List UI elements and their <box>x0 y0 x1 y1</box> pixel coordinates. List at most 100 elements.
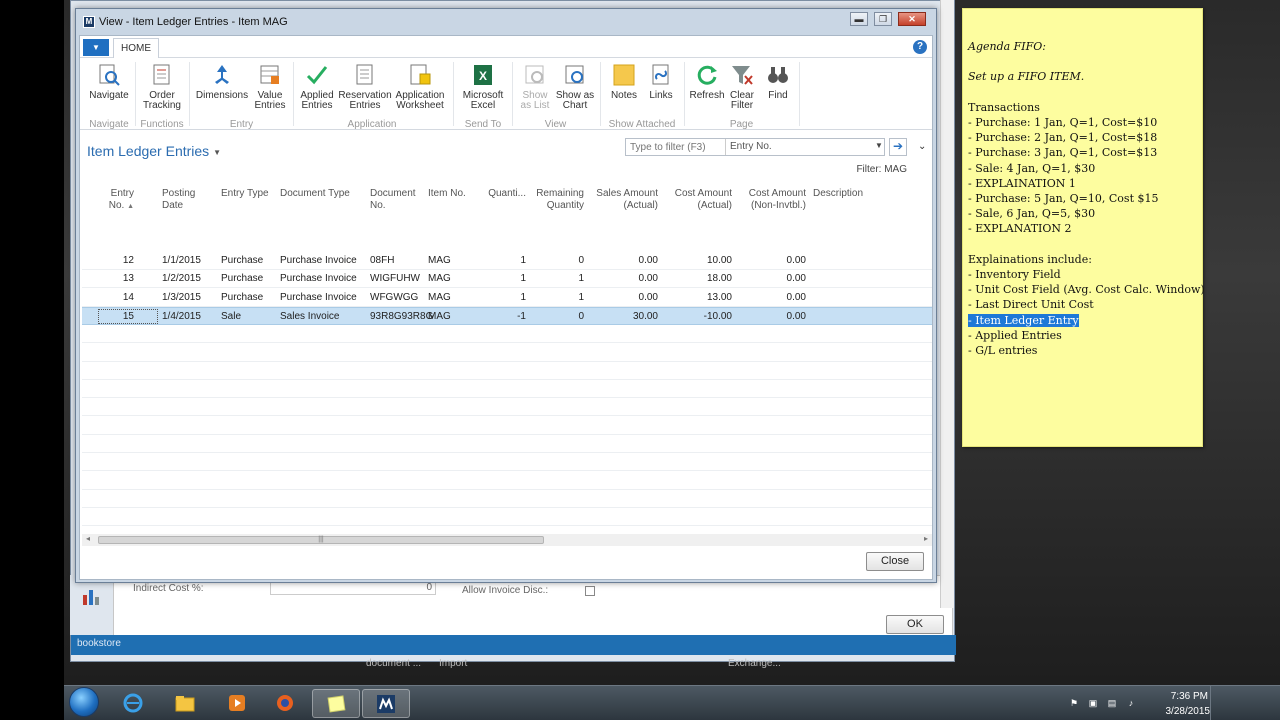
filter-input[interactable] <box>626 139 726 155</box>
taskbar-file-explorer[interactable] <box>162 689 210 718</box>
application-worksheet-button[interactable]: Application Worksheet <box>392 62 448 111</box>
cell-item-no: MAG <box>428 291 451 303</box>
tile-exchange[interactable]: Exchange... <box>728 658 781 669</box>
col-item-no[interactable]: Item No. <box>428 188 466 200</box>
col-document-type[interactable]: Document Type <box>280 188 350 200</box>
order-tracking-button[interactable]: Order Tracking <box>138 62 186 111</box>
network-icon[interactable]: ▤ <box>1106 698 1118 709</box>
allow-invoice-disc-checkbox[interactable] <box>585 586 595 596</box>
note-line <box>968 237 1196 252</box>
col-entry-no[interactable]: Entry No. ▲ <box>94 188 134 213</box>
notes-button[interactable]: Notes <box>604 62 644 101</box>
app-icon[interactable]: M <box>83 16 95 28</box>
group-view: View <box>544 119 567 130</box>
col-entry-no-line2: No. <box>108 200 125 211</box>
find-button[interactable]: Find <box>760 62 796 101</box>
close-button[interactable]: Close <box>866 552 924 571</box>
scroll-thumb[interactable]: ||| <box>98 536 544 544</box>
taskbar-media-player[interactable] <box>214 689 262 718</box>
navigate-button[interactable]: Navigate <box>88 62 130 101</box>
empty-row[interactable] <box>82 490 932 508</box>
minimize-button[interactable]: ▬ <box>850 12 868 26</box>
chevron-down-icon[interactable]: ▼ <box>875 141 883 150</box>
empty-row[interactable] <box>82 325 932 344</box>
reservation-entries-label-2: Entries <box>349 100 381 111</box>
volume-icon[interactable]: ♪ <box>1125 698 1137 709</box>
microsoft-excel-button[interactable]: X Microsoft Excel <box>458 62 508 111</box>
table-row[interactable]: 12 1/1/2015 Purchase Purchase Invoice 08FH MA… <box>82 252 932 270</box>
horizontal-scrollbar[interactable]: ◂ ||| ▸ <box>82 534 932 546</box>
empty-row[interactable] <box>82 398 932 417</box>
taskbar-firefox[interactable] <box>262 689 310 718</box>
collapse-chevron-icon[interactable]: ⌄ <box>918 141 926 152</box>
chart-icon[interactable] <box>80 585 102 607</box>
taskbar-sticky-notes[interactable] <box>312 689 360 718</box>
col-cost-amount-non-invtbl[interactable]: Cost Amount (Non-Invtbl.) <box>738 188 806 212</box>
empty-row[interactable] <box>82 472 932 490</box>
applied-entries-button[interactable]: Applied Entries <box>296 62 338 111</box>
chevron-down-icon[interactable]: ▼ <box>213 148 221 157</box>
empty-row[interactable] <box>82 453 932 472</box>
help-icon[interactable]: ? <box>913 40 927 54</box>
col-quantity[interactable]: Quanti... <box>480 188 526 200</box>
note-line-text: - EXPLAINATION 1 <box>968 176 1076 190</box>
col-posting-date[interactable]: Posting Date <box>162 188 195 212</box>
refresh-button[interactable]: Refresh <box>687 62 727 101</box>
scroll-right-icon[interactable]: ▸ <box>924 534 928 543</box>
show-as-list-label-2: as List <box>520 100 550 111</box>
background-ok-button[interactable]: OK <box>886 615 944 634</box>
reservation-entries-button[interactable]: Reservation Entries <box>338 62 392 111</box>
col-cost-amount[interactable]: Cost Amount (Actual) <box>666 188 732 212</box>
sort-ascending-icon: ▲ <box>127 203 134 210</box>
col-description[interactable]: Description <box>813 188 863 200</box>
col-document-no[interactable]: Document No. <box>370 188 416 212</box>
list-icon <box>525 65 544 84</box>
tab-home[interactable]: HOME <box>113 38 159 59</box>
filter-go-icon[interactable]: ➔ <box>889 138 907 156</box>
start-button-icon[interactable] <box>69 687 99 717</box>
empty-row[interactable] <box>82 344 932 362</box>
background-vertical-scrollbar[interactable] <box>940 0 954 608</box>
empty-row[interactable] <box>82 527 932 535</box>
note-line-text: - Applied Entries <box>968 328 1062 342</box>
empty-row[interactable] <box>82 417 932 435</box>
col-sales-amount[interactable]: Sales Amount (Actual) <box>590 188 658 212</box>
dimensions-button[interactable]: Dimensions <box>193 62 251 101</box>
taskbar-dynamics-nav[interactable] <box>362 689 410 718</box>
app-menu-button[interactable]: ▼ <box>83 39 109 56</box>
clock-date[interactable]: 3/28/2015 <box>1166 706 1211 717</box>
empty-row[interactable] <box>82 362 932 380</box>
empty-row[interactable] <box>82 508 932 527</box>
note-line-text: - Purchase: 3 Jan, Q=1, Cost=$13 <box>968 146 1158 160</box>
table-row[interactable]: 15 1/4/2015 Sale Sales Invoice 93R8G93R8G MAG… <box>82 306 932 325</box>
device-icon[interactable]: ▣ <box>1087 698 1099 709</box>
empty-row[interactable] <box>82 435 932 453</box>
empty-row[interactable] <box>82 380 932 399</box>
value-entries-button[interactable]: Value Entries <box>250 62 290 111</box>
show-as-list-button[interactable]: Show as List <box>515 62 555 111</box>
tile-import[interactable]: Import <box>439 658 467 669</box>
page-title[interactable]: Item Ledger Entries ▼ <box>87 143 221 159</box>
title-bar[interactable]: M View - Item Ledger Entries - Item MAG … <box>76 9 936 35</box>
filter-field-select[interactable]: Entry No. <box>730 141 772 152</box>
links-button[interactable]: Links <box>642 62 680 101</box>
table-row[interactable]: 14 1/3/2015 Purchase Purchase Invoice WFGWGG… <box>82 289 932 307</box>
clear-filter-button[interactable]: Clear Filter <box>724 62 760 111</box>
indirect-cost-input[interactable]: 0 <box>270 581 436 595</box>
checkmark-icon <box>306 66 328 85</box>
window-close-button[interactable]: ✕ <box>898 12 926 26</box>
flag-icon[interactable]: ⚑ <box>1068 698 1080 709</box>
taskbar-internet-explorer[interactable] <box>110 689 158 718</box>
show-as-chart-button[interactable]: Show as Chart <box>554 62 596 111</box>
show-desktop-button[interactable] <box>1210 686 1220 720</box>
clock-time[interactable]: 7:36 PM <box>1171 691 1208 702</box>
col-remaining-quantity[interactable]: Remaining Quantity <box>530 188 584 212</box>
table-row[interactable]: 13 1/2/2015 Purchase Purchase Invoice WIGFUH… <box>82 270 932 289</box>
col-entry-type[interactable]: Entry Type <box>221 188 269 200</box>
sticky-note[interactable]: Agenda FIFO: Set up a FIFO ITEM. Transacti… <box>962 8 1205 447</box>
scroll-left-icon[interactable]: ◂ <box>86 534 90 543</box>
maximize-button[interactable]: ❐ <box>874 12 892 26</box>
note-line: - Inventory Field <box>968 267 1196 282</box>
indirect-cost-label: Indirect Cost %: <box>133 583 204 594</box>
tile-document[interactable]: document ... <box>366 658 421 669</box>
